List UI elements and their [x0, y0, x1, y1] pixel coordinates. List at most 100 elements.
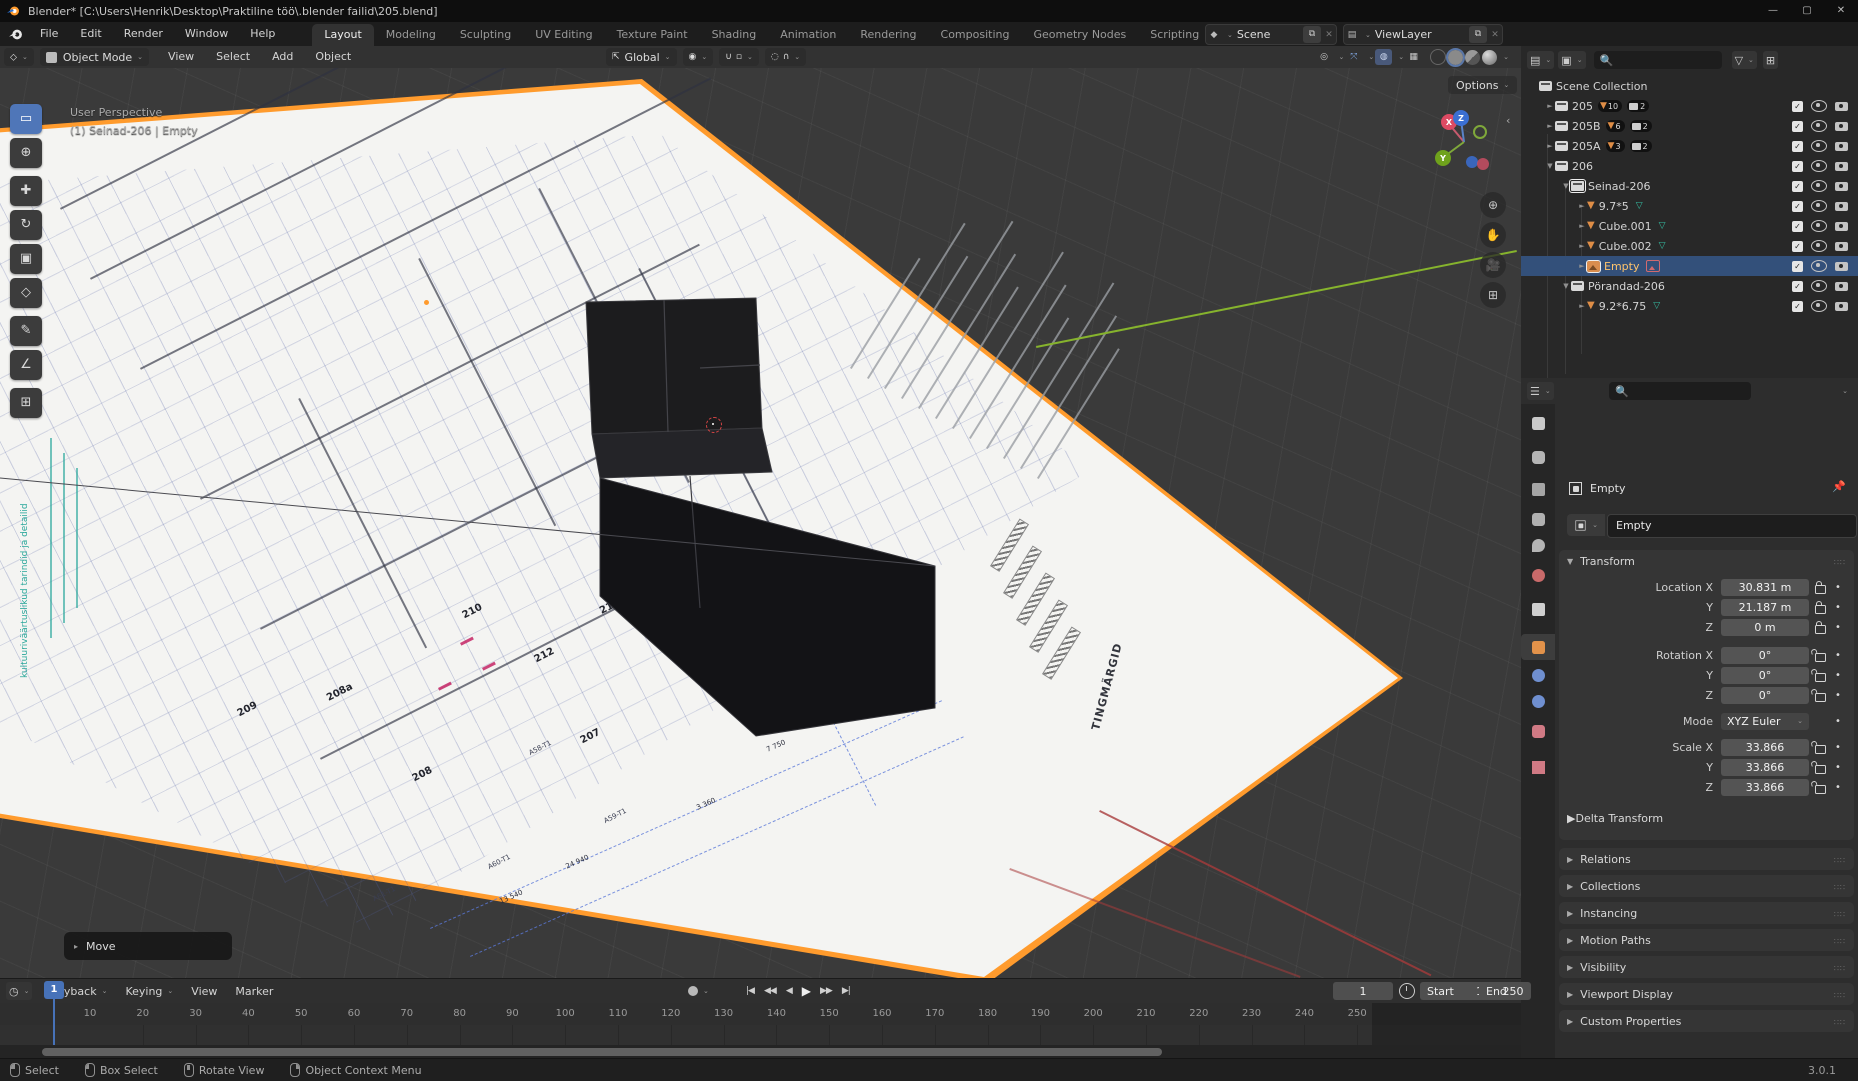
- animate-property-dot[interactable]: •: [1831, 650, 1845, 661]
- timeline-ruler[interactable]: 1020304050607080901001101201301401501601…: [0, 1003, 1521, 1026]
- properties-editor-icon[interactable]: ☰⌄: [1527, 382, 1554, 400]
- panel-grip[interactable]: ∷∷: [1834, 937, 1846, 946]
- disable-render-camera-icon[interactable]: [1835, 282, 1848, 291]
- outliner-row-cube-001[interactable]: ►▼Cube.001▽✓: [1521, 216, 1858, 236]
- disable-render-camera-icon[interactable]: [1835, 262, 1848, 271]
- viewport-menu-view[interactable]: View: [157, 45, 205, 69]
- tab-uv-editing[interactable]: UV Editing: [523, 24, 604, 46]
- expand-caret-icon[interactable]: ►: [1577, 262, 1587, 270]
- tab-compositing[interactable]: Compositing: [929, 24, 1022, 46]
- prev-keyframe-button[interactable]: ◀◀: [764, 986, 776, 996]
- play-button[interactable]: ▶: [802, 984, 810, 998]
- timeline-editor-icon[interactable]: ◷⌄: [6, 982, 32, 1000]
- hide-viewport-eye-icon[interactable]: [1811, 140, 1827, 152]
- shading-rendered-icon[interactable]: [1482, 50, 1497, 65]
- expand-caret-icon[interactable]: ▼: [1561, 282, 1571, 290]
- transform-value-field[interactable]: 21.187 m: [1721, 599, 1809, 616]
- animate-property-dot[interactable]: •: [1831, 670, 1845, 681]
- lock-open-icon[interactable]: [1815, 745, 1826, 754]
- outliner-row-seinad-206[interactable]: ▼Seinad-206✓: [1521, 176, 1858, 196]
- pivot-point-selector[interactable]: ◉⌄: [683, 48, 714, 66]
- lock-closed-icon[interactable]: [1815, 605, 1826, 614]
- hide-viewport-eye-icon[interactable]: [1811, 100, 1827, 112]
- disable-render-camera-icon[interactable]: [1835, 302, 1848, 311]
- new-collection-button[interactable]: ⊞: [1763, 51, 1778, 69]
- object-type-dropdown[interactable]: ⌄: [1567, 514, 1605, 536]
- pin-icon[interactable]: 📌: [1832, 480, 1846, 493]
- overlays-icon[interactable]: ◍: [1375, 49, 1392, 65]
- properties-tab-texture[interactable]: [1521, 754, 1555, 780]
- viewport-menu-object[interactable]: Object: [304, 45, 362, 69]
- disable-render-camera-icon[interactable]: [1835, 162, 1848, 171]
- shading-wireframe-icon[interactable]: [1430, 49, 1446, 65]
- expand-caret-icon[interactable]: ▼: [1561, 182, 1571, 190]
- expand-caret-icon[interactable]: ►: [1545, 102, 1555, 110]
- lock-open-icon[interactable]: [1815, 765, 1826, 774]
- menu-render[interactable]: Render: [113, 22, 174, 46]
- timeline-menu-view[interactable]: View: [182, 985, 226, 998]
- expand-caret-icon[interactable]: ►: [1577, 222, 1587, 230]
- properties-tab-scene[interactable]: [1521, 532, 1555, 558]
- checkbox-icon[interactable]: ✓: [1792, 181, 1803, 192]
- hide-viewport-eye-icon[interactable]: [1811, 180, 1827, 192]
- checkbox-icon[interactable]: ✓: [1792, 281, 1803, 292]
- delta-transform-header[interactable]: ▶Delta Transform: [1567, 812, 1663, 825]
- checkbox-icon[interactable]: ✓: [1792, 141, 1803, 152]
- editor-type-button[interactable]: ⬦⌄: [4, 48, 34, 66]
- play-reverse-button[interactable]: ◀: [786, 986, 792, 996]
- maximize-button[interactable]: ▢: [1790, 0, 1824, 22]
- current-frame-field[interactable]: 1: [1333, 982, 1393, 1000]
- transform-value-field[interactable]: 0 m: [1721, 619, 1809, 636]
- next-keyframe-button[interactable]: ▶▶: [820, 986, 832, 996]
- panel-visibility[interactable]: ▶Visibility∷∷: [1559, 956, 1854, 978]
- blender-menu-icon[interactable]: [8, 27, 23, 42]
- disable-render-camera-icon[interactable]: [1835, 102, 1848, 111]
- gizmos-icon[interactable]: ⤧: [1345, 49, 1362, 65]
- tab-geometry-nodes[interactable]: Geometry Nodes: [1021, 24, 1138, 46]
- walls-3d-model[interactable]: [0, 68, 1521, 978]
- selectability-visibility-icon[interactable]: ◎: [1316, 49, 1333, 65]
- hide-viewport-eye-icon[interactable]: [1811, 160, 1827, 172]
- xray-toggle-icon[interactable]: ▦: [1405, 49, 1422, 65]
- properties-search-input[interactable]: 🔍: [1609, 382, 1751, 400]
- viewlayer-remove-icon[interactable]: ✕: [1488, 30, 1502, 40]
- properties-tab-render[interactable]: [1521, 444, 1555, 470]
- object-name-field[interactable]: Empty: [1607, 514, 1857, 538]
- panel-grip[interactable]: ∷∷: [1834, 964, 1846, 973]
- disable-render-camera-icon[interactable]: [1835, 202, 1848, 211]
- shading-solid-icon[interactable]: [1448, 50, 1463, 65]
- expand-caret-icon[interactable]: ►: [1577, 302, 1587, 310]
- tab-texture-paint[interactable]: Texture Paint: [605, 24, 700, 46]
- auto-keying-record-icon[interactable]: [688, 986, 698, 996]
- rotate-tool[interactable]: ↻: [10, 210, 42, 240]
- outliner-row-205b[interactable]: ►205B▼62✓: [1521, 116, 1858, 136]
- menu-window[interactable]: Window: [174, 22, 239, 46]
- panel-motion-paths[interactable]: ▶Motion Paths∷∷: [1559, 929, 1854, 951]
- outliner-row-9-7-5[interactable]: ►▼9.7*5▽✓: [1521, 196, 1858, 216]
- scene-unlink-icon[interactable]: ✕: [1322, 30, 1336, 40]
- properties-tab-tool[interactable]: [1521, 410, 1555, 436]
- viewlayer-name[interactable]: ViewLayer: [1371, 28, 1469, 41]
- jump-to-start-button[interactable]: |◀: [746, 986, 754, 996]
- annotate-tool[interactable]: ✎: [10, 316, 42, 346]
- outliner-row-p-randad-206[interactable]: ▼Pörandad-206✓: [1521, 276, 1858, 296]
- expand-caret-icon[interactable]: ►: [1545, 142, 1555, 150]
- stopwatch-icon[interactable]: [1399, 983, 1415, 999]
- checkbox-icon[interactable]: ✓: [1792, 161, 1803, 172]
- hide-viewport-eye-icon[interactable]: [1811, 120, 1827, 132]
- outliner-row-scene-collection[interactable]: Scene Collection: [1521, 76, 1858, 96]
- properties-tab-constraints[interactable]: [1521, 662, 1555, 688]
- tab-shading[interactable]: Shading: [700, 24, 769, 46]
- panel-grip[interactable]: ∷∷: [1834, 558, 1846, 567]
- properties-tab-view-layer[interactable]: [1521, 506, 1555, 532]
- disable-render-camera-icon[interactable]: [1835, 242, 1848, 251]
- animate-property-dot[interactable]: •: [1831, 582, 1845, 593]
- viewlayer-copy-button[interactable]: ⧉: [1469, 26, 1487, 43]
- timeline-menu-marker[interactable]: Marker: [226, 985, 282, 998]
- disable-render-camera-icon[interactable]: [1835, 182, 1848, 191]
- panel-grip[interactable]: ∷∷: [1834, 883, 1846, 892]
- snap-toggle[interactable]: ∪▫⌄: [719, 48, 759, 66]
- properties-tab-world[interactable]: [1521, 562, 1555, 588]
- disable-render-camera-icon[interactable]: [1835, 142, 1848, 151]
- outliner-display-mode-button[interactable]: ▤⌄: [1527, 51, 1554, 69]
